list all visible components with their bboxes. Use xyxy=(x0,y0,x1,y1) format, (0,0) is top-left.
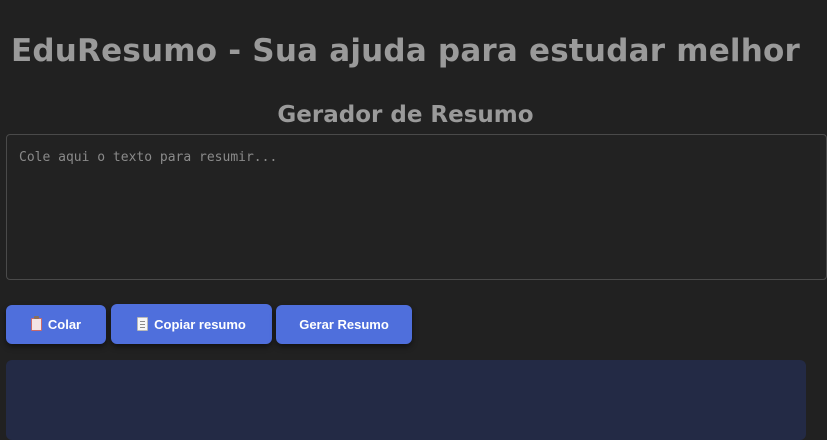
app-title: EduResumo - Sua ajuda para estudar melho… xyxy=(11,32,800,69)
paste-button-label: Colar xyxy=(47,317,82,332)
copy-summary-button-label: Copiar resumo xyxy=(154,316,246,332)
clipboard-icon xyxy=(30,316,42,331)
section-title: Gerador de Resumo xyxy=(277,102,534,129)
document-icon xyxy=(137,317,149,331)
text-to-summarize-input[interactable] xyxy=(6,134,827,280)
generate-summary-button[interactable]: Gerar Resumo xyxy=(276,305,412,344)
generate-summary-button-label: Gerar Resumo xyxy=(299,317,389,332)
paste-button[interactable]: Colar xyxy=(6,305,106,344)
copy-summary-button[interactable]: Copiar resumo xyxy=(111,304,272,344)
summary-result-panel xyxy=(6,360,806,440)
